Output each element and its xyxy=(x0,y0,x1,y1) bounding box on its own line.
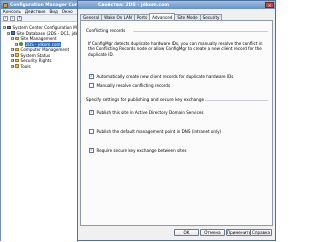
tree-item-label: Security Rights xyxy=(20,58,52,63)
site-properties-dialog: Свойства: 2DS - jdkom.com ✕ General Wake … xyxy=(77,0,276,241)
advanced-tab-panel: Conflicting records If ConfigMgr detects… xyxy=(80,20,273,226)
option-checkbox[interactable]: ✓ xyxy=(89,148,94,153)
tree-item-label: System Status xyxy=(20,52,51,58)
menu-view[interactable]: Вид xyxy=(49,9,57,14)
option-row[interactable]: ✓ Automatically create new client records… xyxy=(89,74,233,79)
console-app-icon xyxy=(3,2,8,8)
option-checkbox[interactable]: ✓ xyxy=(89,110,94,115)
tree-item[interactable]: + System Status xyxy=(11,53,50,58)
tree-item[interactable]: + Tools xyxy=(11,64,31,69)
group-divider xyxy=(205,100,268,101)
group-divider xyxy=(133,31,268,32)
folder-icon xyxy=(15,36,19,41)
collapse-icon[interactable]: − xyxy=(3,26,7,29)
option-row[interactable]: Manually resolve conflicting records xyxy=(89,83,170,88)
expand-icon[interactable]: + xyxy=(11,48,15,51)
option-checkbox[interactable]: ✓ xyxy=(89,74,94,79)
database-icon xyxy=(11,31,15,35)
folder-icon xyxy=(15,58,19,63)
expand-icon[interactable]: + xyxy=(11,64,15,68)
forward-icon[interactable]: › xyxy=(10,15,15,21)
tree-item-label: 2DS - jdkom.com xyxy=(24,41,62,47)
folder-icon xyxy=(15,47,19,52)
up-icon[interactable]: ↑ xyxy=(17,15,22,21)
option-label: Require secure key exchange between site… xyxy=(96,148,187,153)
option-label: Publish the default management point in … xyxy=(96,129,222,134)
tree-item[interactable]: + Security Rights xyxy=(11,58,52,63)
tree-item[interactable]: − Site Management xyxy=(11,36,57,41)
menu-window[interactable]: Окно xyxy=(62,9,73,14)
conflicting-records-group-title: Conflicting records xyxy=(86,28,126,33)
console-tree: − System Center Configuration Manager − Sit… xyxy=(1,22,91,242)
tab-advanced[interactable]: Advanced xyxy=(149,13,176,20)
apply-button[interactable]: Применить xyxy=(226,229,251,236)
site-icon xyxy=(19,42,23,46)
folder-icon xyxy=(15,64,19,68)
tree-item[interactable]: − Site Database (2DS - DC1, jdkom xyxy=(7,31,84,36)
option-row[interactable]: Publish the default management point in … xyxy=(89,129,221,134)
tree-item-label: Computer Management xyxy=(20,47,70,52)
option-row[interactable]: ✓ Require secure key exchange between sit… xyxy=(89,148,187,153)
option-checkbox[interactable] xyxy=(89,129,94,134)
tree-item-label: Site Management xyxy=(20,36,57,41)
help-button[interactable]: Справка xyxy=(250,229,272,236)
dialog-title-bar[interactable]: Свойства: 2DS - jdkom.com ✕ xyxy=(78,1,275,9)
collapse-icon[interactable]: − xyxy=(11,37,15,40)
folder-icon xyxy=(15,53,19,57)
conflicting-records-description: If ConfigMgr detects duplicate hardware … xyxy=(88,41,263,57)
cancel-button[interactable]: Отмена xyxy=(200,229,225,236)
menu-action[interactable]: Действие xyxy=(25,9,46,14)
ok-button[interactable]: OK xyxy=(174,229,199,236)
tree-item-label: Site Database (2DS - DC1, jdkom xyxy=(16,30,85,36)
expand-icon[interactable]: + xyxy=(11,53,15,57)
close-icon[interactable]: ✕ xyxy=(265,2,274,8)
publishing-group-title: Specify settings for publishing and secu… xyxy=(86,97,205,102)
option-label: Manually resolve conflicting records xyxy=(96,83,171,88)
menu-console[interactable]: Консоль xyxy=(3,9,21,14)
tab-strip: General Wake On LAN Ports Advanced Site Mode… xyxy=(80,13,223,20)
option-label: Publish this site in Active Directory Do… xyxy=(96,110,204,115)
server-icon xyxy=(7,25,11,30)
expand-icon[interactable]: + xyxy=(11,59,15,62)
option-row[interactable]: ✓ Publish this site in Active Directory D… xyxy=(89,110,203,115)
option-checkbox[interactable] xyxy=(89,83,94,88)
tree-item-label: Tools xyxy=(20,63,31,69)
tree-item[interactable]: +2DS - jdkom.com xyxy=(15,41,62,47)
tree-item[interactable]: + Computer Management xyxy=(11,47,69,52)
expand-icon[interactable]: + xyxy=(15,42,19,46)
dialog-button-row: OK Отмена Применить Справка xyxy=(78,228,275,236)
dialog-title: Свойства: 2DS - jdkom.com xyxy=(98,2,170,8)
option-label: Automatically create new client records … xyxy=(96,74,234,79)
back-icon[interactable]: ‹ xyxy=(3,15,8,21)
collapse-icon[interactable]: − xyxy=(7,31,11,35)
